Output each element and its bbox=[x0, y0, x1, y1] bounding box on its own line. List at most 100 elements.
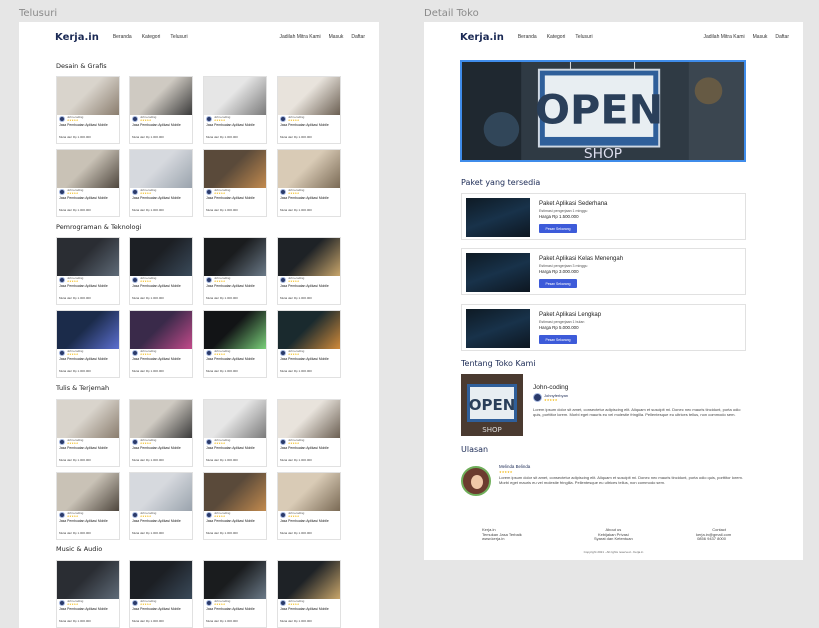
service-title[interactable]: Jasa Pembuatan Aplikasi Mobile bbox=[204, 445, 266, 451]
service-title[interactable]: Jasa Pembuatan Aplikasi Mobile bbox=[204, 518, 266, 524]
paket-estimate: Estimasi pengerjaan 1 bulan bbox=[539, 320, 585, 324]
seller-avatar bbox=[59, 277, 65, 283]
service-title[interactable]: Jasa Pembuatan Aplikasi Mobile bbox=[57, 283, 119, 289]
service-card[interactable]: John-coding ★★★★★ Jasa Pembuatan Aplikasi … bbox=[56, 472, 120, 540]
seller-avatar bbox=[132, 600, 138, 606]
service-card[interactable]: John-coding ★★★★★ Jasa Pembuatan Aplikasi … bbox=[56, 310, 120, 378]
nav-link-telusuri[interactable]: Telusuri bbox=[575, 34, 592, 40]
service-card[interactable]: John-coding ★★★★★ Jasa Pembuatan Aplikasi … bbox=[129, 76, 193, 144]
service-title[interactable]: Jasa Pembuatan Aplikasi Mobile bbox=[204, 606, 266, 612]
nav-link-mitra[interactable]: Jadilah Mitra Kami bbox=[280, 34, 321, 40]
service-card[interactable]: John-coding ★★★★★ Jasa Pembuatan Aplikasi … bbox=[56, 399, 120, 467]
service-price: Mulai dari Rp 1.000.000 bbox=[59, 458, 91, 462]
service-title[interactable]: Jasa Pembuatan Aplikasi Mobile bbox=[204, 283, 266, 289]
pesan-button[interactable]: Pesan Sekarang bbox=[539, 335, 577, 344]
card-seller: John-coding ★★★★★ bbox=[57, 438, 119, 445]
seller-rating: ★★★★★ bbox=[67, 515, 79, 518]
service-title[interactable]: Jasa Pembuatan Aplikasi Mobile bbox=[57, 356, 119, 362]
nav-link-telusuri[interactable]: Telusuri bbox=[170, 34, 187, 40]
footer-terms-link[interactable]: Syarat dan Ketentuan bbox=[594, 536, 633, 542]
service-card[interactable]: John-coding ★★★★★ Jasa Pembuatan Aplikasi … bbox=[277, 399, 341, 467]
service-card[interactable]: John-coding ★★★★★ Jasa Pembuatan Aplikasi … bbox=[203, 310, 267, 378]
service-card[interactable]: John-coding ★★★★★ Jasa Pembuatan Aplikasi … bbox=[56, 237, 120, 305]
nav-link-masuk[interactable]: Masuk bbox=[329, 34, 344, 40]
service-title[interactable]: Jasa Pembuatan Aplikasi Mobile bbox=[204, 356, 266, 362]
nav-link-beranda[interactable]: Beranda bbox=[113, 34, 132, 40]
seller-avatar bbox=[206, 277, 212, 283]
pesan-button[interactable]: Pesan Sekarang bbox=[539, 224, 577, 233]
service-title[interactable]: Jasa Pembuatan Aplikasi Mobile bbox=[278, 195, 340, 201]
reviewer-avatar bbox=[461, 466, 491, 496]
service-title[interactable]: Jasa Pembuatan Aplikasi Mobile bbox=[130, 518, 192, 524]
service-card[interactable]: John-coding ★★★★★ Jasa Pembuatan Aplikasi … bbox=[203, 237, 267, 305]
seller-rating: ★★★★★ bbox=[288, 515, 300, 518]
service-card[interactable]: John-coding ★★★★★ Jasa Pembuatan Aplikasi … bbox=[277, 560, 341, 628]
service-title[interactable]: Jasa Pembuatan Aplikasi Mobile bbox=[130, 195, 192, 201]
service-card[interactable]: John-coding ★★★★★ Jasa Pembuatan Aplikasi … bbox=[56, 560, 120, 628]
service-title[interactable]: Jasa Pembuatan Aplikasi Mobile bbox=[130, 606, 192, 612]
service-title[interactable]: Jasa Pembuatan Aplikasi Mobile bbox=[57, 195, 119, 201]
nav-link-masuk[interactable]: Masuk bbox=[753, 34, 768, 40]
pesan-button[interactable]: Pesan Sekarang bbox=[539, 279, 577, 288]
store-image: OPEN SHOP bbox=[461, 374, 523, 436]
seller-avatar bbox=[206, 189, 212, 195]
service-title[interactable]: Jasa Pembuatan Aplikasi Mobile bbox=[278, 606, 340, 612]
seller-avatar bbox=[206, 439, 212, 445]
seller-avatar bbox=[280, 277, 286, 283]
service-title[interactable]: Jasa Pembuatan Aplikasi Mobile bbox=[278, 283, 340, 289]
service-title[interactable]: Jasa Pembuatan Aplikasi Mobile bbox=[278, 518, 340, 524]
seller-avatar bbox=[280, 439, 286, 445]
seller-rating: ★★★★★ bbox=[67, 603, 79, 606]
service-card[interactable]: John-coding ★★★★★ Jasa Pembuatan Aplikasi … bbox=[129, 149, 193, 217]
service-title[interactable]: Jasa Pembuatan Aplikasi Mobile bbox=[278, 122, 340, 128]
service-card[interactable]: John-coding ★★★★★ Jasa Pembuatan Aplikasi … bbox=[129, 560, 193, 628]
service-card[interactable]: John-coding ★★★★★ Jasa Pembuatan Aplikasi … bbox=[129, 399, 193, 467]
service-card[interactable]: John-coding ★★★★★ Jasa Pembuatan Aplikasi … bbox=[277, 149, 341, 217]
service-title[interactable]: Jasa Pembuatan Aplikasi Mobile bbox=[204, 122, 266, 128]
service-title[interactable]: Jasa Pembuatan Aplikasi Mobile bbox=[278, 356, 340, 362]
service-title[interactable]: Jasa Pembuatan Aplikasi Mobile bbox=[57, 445, 119, 451]
owner-avatar bbox=[533, 393, 542, 402]
service-card[interactable]: John-coding ★★★★★ Jasa Pembuatan Aplikasi … bbox=[277, 310, 341, 378]
service-title[interactable]: Jasa Pembuatan Aplikasi Mobile bbox=[130, 122, 192, 128]
brand-logo[interactable]: Kerja.in bbox=[460, 32, 504, 43]
paket-image bbox=[466, 253, 530, 292]
service-title[interactable]: Jasa Pembuatan Aplikasi Mobile bbox=[204, 195, 266, 201]
service-card[interactable]: John-coding ★★★★★ Jasa Pembuatan Aplikasi … bbox=[203, 472, 267, 540]
service-card[interactable]: John-coding ★★★★★ Jasa Pembuatan Aplikasi … bbox=[203, 149, 267, 217]
nav-links: Beranda Kategori Telusuri bbox=[518, 34, 593, 40]
frame-label-telusuri: Telusuri bbox=[19, 8, 58, 19]
service-card[interactable]: John-coding ★★★★★ Jasa Pembuatan Aplikasi … bbox=[56, 76, 120, 144]
paket-estimate: Estimasi pengerjaan 3 minggu bbox=[539, 264, 588, 268]
detail-toko-page: Kerja.in Beranda Kategori Telusuri Jadil… bbox=[424, 22, 803, 560]
service-card[interactable]: John-coding ★★★★★ Jasa Pembuatan Aplikasi … bbox=[277, 237, 341, 305]
service-title[interactable]: Jasa Pembuatan Aplikasi Mobile bbox=[57, 518, 119, 524]
service-card[interactable]: John-coding ★★★★★ Jasa Pembuatan Aplikasi … bbox=[203, 76, 267, 144]
service-card[interactable]: John-coding ★★★★★ Jasa Pembuatan Aplikasi … bbox=[203, 399, 267, 467]
service-title[interactable]: Jasa Pembuatan Aplikasi Mobile bbox=[130, 356, 192, 362]
service-title[interactable]: Jasa Pembuatan Aplikasi Mobile bbox=[278, 445, 340, 451]
service-title[interactable]: Jasa Pembuatan Aplikasi Mobile bbox=[57, 122, 119, 128]
nav-link-daftar[interactable]: Daftar bbox=[775, 34, 789, 40]
service-card[interactable]: John-coding ★★★★★ Jasa Pembuatan Aplikasi … bbox=[277, 76, 341, 144]
nav-links: Beranda Kategori Telusuri bbox=[113, 34, 188, 40]
nav-link-kategori[interactable]: Kategori bbox=[547, 34, 566, 40]
service-card[interactable]: John-coding ★★★★★ Jasa Pembuatan Aplikasi … bbox=[129, 472, 193, 540]
service-card[interactable]: John-coding ★★★★★ Jasa Pembuatan Aplikasi … bbox=[203, 560, 267, 628]
service-title[interactable]: Jasa Pembuatan Aplikasi Mobile bbox=[57, 606, 119, 612]
service-title[interactable]: Jasa Pembuatan Aplikasi Mobile bbox=[130, 445, 192, 451]
service-card[interactable]: John-coding ★★★★★ Jasa Pembuatan Aplikasi … bbox=[56, 149, 120, 217]
nav-link-daftar[interactable]: Daftar bbox=[351, 34, 365, 40]
nav-link-beranda[interactable]: Beranda bbox=[518, 34, 537, 40]
nav-link-mitra[interactable]: Jadilah Mitra Kami bbox=[704, 34, 745, 40]
service-card[interactable]: John-coding ★★★★★ Jasa Pembuatan Aplikasi … bbox=[277, 472, 341, 540]
service-card[interactable]: John-coding ★★★★★ Jasa Pembuatan Aplikasi … bbox=[129, 237, 193, 305]
card-seller: John-coding ★★★★★ bbox=[57, 115, 119, 122]
brand-logo[interactable]: Kerja.in bbox=[55, 32, 99, 43]
service-card[interactable]: John-coding ★★★★★ Jasa Pembuatan Aplikasi … bbox=[129, 310, 193, 378]
footer-site[interactable]: www.kerja.in bbox=[482, 536, 522, 542]
service-title[interactable]: Jasa Pembuatan Aplikasi Mobile bbox=[130, 283, 192, 289]
service-thumbnail bbox=[204, 238, 266, 276]
card-seller: John-coding ★★★★★ bbox=[278, 188, 340, 195]
nav-link-kategori[interactable]: Kategori bbox=[142, 34, 161, 40]
